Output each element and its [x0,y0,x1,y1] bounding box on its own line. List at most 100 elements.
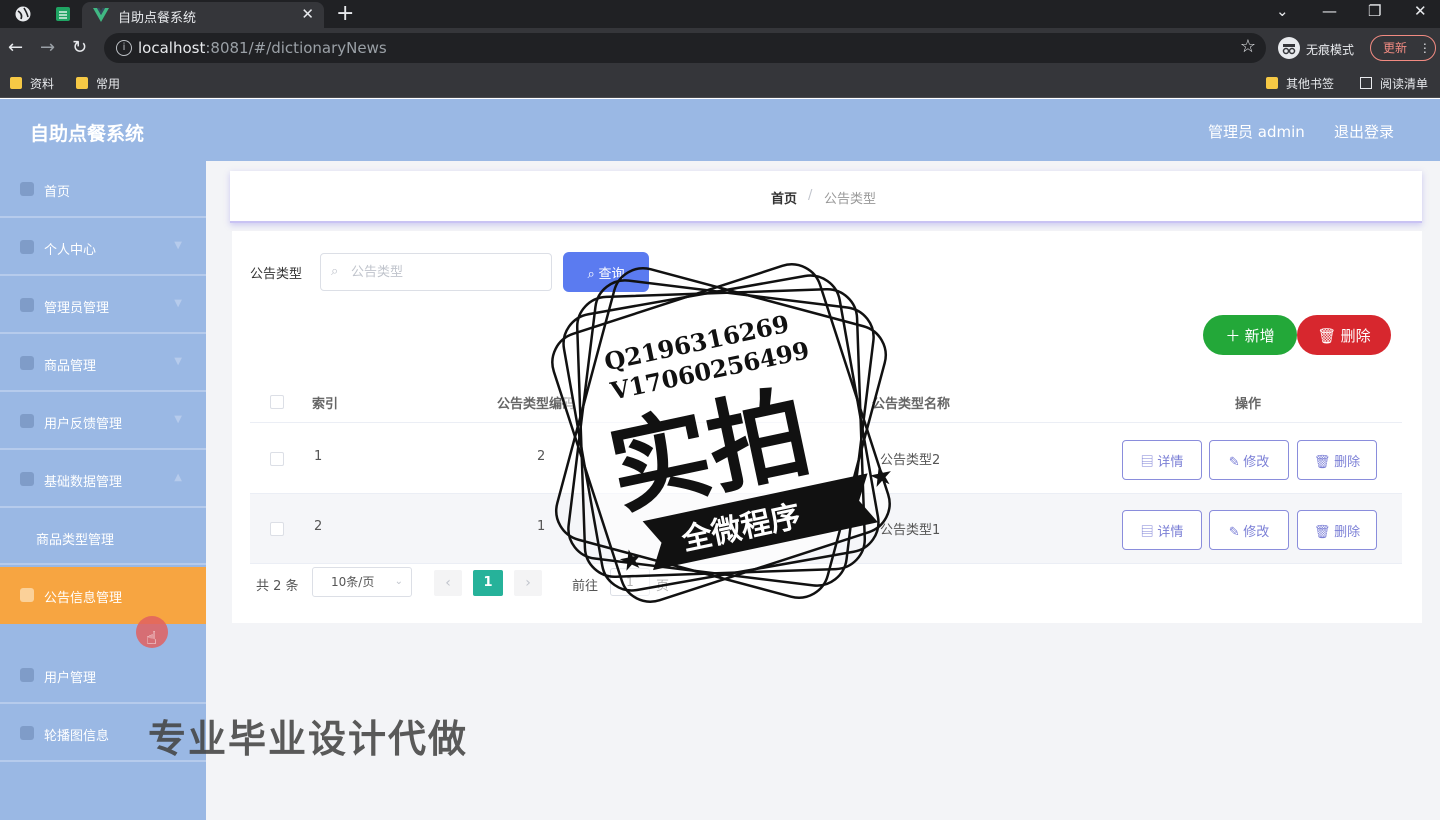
folder-icon [10,77,22,89]
chevron-down-icon: ▼ [174,240,182,251]
sidebar-item-admins[interactable]: 管理员管理 ▼ [0,277,206,334]
carousel-icon [20,726,34,740]
sidebar-item-label: 公告信息管理 [44,591,123,606]
prev-page-button[interactable]: ‹ [434,570,462,596]
sheet-app-icon[interactable] [54,5,72,23]
sidebar-subitem-goods-type[interactable]: 商品类型管理 [0,509,206,565]
new-tab-icon[interactable]: + [336,1,354,26]
tab-active[interactable]: 自助点餐系统 ✕ [82,2,324,28]
sidebar-item-label: 个人中心 [44,243,97,258]
breadcrumb: 首页 / 公告类型 [230,171,1422,223]
close-window-icon[interactable]: ✕ [1414,2,1427,20]
sidebar-item-basic-data[interactable]: 基础数据管理 ▲ [0,451,206,508]
chevron-up-icon: ▲ [174,472,182,483]
watermark-bottom-text: 专业毕业设计代做 [148,717,469,761]
delete-button[interactable]: 🗑 删除 [1297,440,1377,480]
row-checkbox[interactable] [270,452,284,466]
tab-title: 自助点餐系统 [118,11,197,26]
pointer-hand-icon: ☝ [146,628,157,649]
star-icon: ★ [865,457,896,494]
edit-icon: ✎ [1228,453,1240,469]
select-all-checkbox[interactable] [270,395,284,409]
edit-button[interactable]: ✎ 修改 [1209,440,1289,480]
chevron-down-icon: ▼ [174,414,182,425]
sidebar-item-home[interactable]: 首页 [0,161,206,218]
chevron-down-icon: ▼ [174,298,182,309]
trash-icon: 🗑 [1313,453,1331,469]
reading-list-icon [1360,77,1372,89]
bookmark-star-icon[interactable]: ☆ [1240,36,1256,57]
more-menu-icon[interactable]: ⋮ [1419,41,1431,55]
detail-button[interactable]: ▤ 详情 [1122,510,1202,550]
row-checkbox[interactable] [270,522,284,536]
chevron-down-icon: ⌄ [394,576,403,587]
current-page[interactable]: 1 [473,570,503,596]
sidebar-item-label: 首页 [44,185,71,200]
app-header: 自助点餐系统 管理员 admin 退出登录 [0,99,1440,161]
tab-search-icon[interactable]: ⌄ [1276,2,1289,20]
folder-icon [76,77,88,89]
reading-list[interactable]: 阅读清单 [1360,75,1428,92]
incognito-icon[interactable] [1278,37,1300,59]
breadcrumb-current: 公告类型 [824,192,877,207]
detail-button[interactable]: ▤ 详情 [1122,440,1202,480]
sidebar-item-profile[interactable]: 个人中心 ▼ [0,219,206,276]
home-icon [20,182,34,196]
batch-delete-button[interactable]: 🗑 删除 [1297,315,1391,355]
address-bar: ← → ↻ i localhost:8081/#/dictionaryNews … [0,28,1440,68]
edit-icon: ✎ [1228,523,1240,539]
other-bookmarks[interactable]: 其他书签 [1266,75,1334,92]
bookmark-folder[interactable]: 常用 [76,75,120,92]
add-button[interactable]: ＋ 新增 [1203,315,1297,355]
document-icon: ▤ [1140,523,1154,539]
restore-icon[interactable]: ❐ [1368,2,1381,20]
browser-tab-bar: 自助点餐系统 ✕ + ⌄ — ❐ ✕ [0,0,1440,28]
breadcrumb-home[interactable]: 首页 [771,188,797,207]
incognito-label: 无痕模式 [1306,43,1355,57]
sidebar-item-goods[interactable]: 商品管理 ▼ [0,335,206,392]
document-icon: ▤ [1140,453,1154,469]
sidebar-item-label: 商品管理 [44,359,97,374]
reload-icon[interactable]: ↻ [72,37,87,58]
sidebar-item-feedback[interactable]: 用户反馈管理 ▼ [0,393,206,450]
forward-icon[interactable]: → [40,37,55,58]
update-button[interactable]: 更新 ⋮ [1370,35,1436,61]
sidebar-item-label: 管理员管理 [44,301,110,316]
users-icon [20,668,34,682]
globe-icon[interactable] [14,5,32,23]
column-header: 操作 [1235,397,1262,412]
cell-index: 2 [314,519,323,534]
site-info-icon[interactable]: i [116,40,132,56]
page-size-select[interactable]: 10条/页 ⌄ [312,567,412,597]
search-input[interactable] [351,262,541,282]
data-icon [20,472,34,486]
url-text: localhost:8081/#/dictionaryNews [138,39,387,57]
delete-button[interactable]: 🗑 删除 [1297,510,1377,550]
search-field[interactable]: ⌕ [320,253,552,291]
edit-button[interactable]: ✎ 修改 [1209,510,1289,550]
minimize-icon[interactable]: — [1322,2,1337,20]
column-header[interactable]: 索引 [312,393,338,412]
logout-link[interactable]: 退出登录 [1334,121,1394,142]
breadcrumb-separator: / [808,188,813,203]
chevron-down-icon: ▼ [174,356,182,367]
watermark-stamp: Q2196316269 V17060256499 实拍 全微程序 ★ ★ [551,263,897,603]
admin-label: 管理员 admin [1208,123,1305,141]
admin-icon [20,298,34,312]
app-title: 自助点餐系统 [30,123,145,145]
notice-icon [20,588,34,602]
feedback-icon [20,414,34,428]
user-icon [20,240,34,254]
goods-icon [20,356,34,370]
bookmark-folder[interactable]: 资料 [10,75,54,92]
vue-logo-icon [93,8,109,22]
sidebar-item-users[interactable]: 用户管理 [0,647,206,704]
back-icon[interactable]: ← [8,37,23,58]
cell-index: 1 [314,449,323,464]
url-field[interactable]: i localhost:8081/#/dictionaryNews ☆ [104,33,1266,63]
trash-icon: 🗑 [1317,327,1337,345]
sidebar-item-label: 基础数据管理 [44,475,123,490]
sidebar-item-label: 用户管理 [44,671,97,686]
tab-close-icon[interactable]: ✕ [301,5,314,23]
sidebar-item-notice[interactable]: 公告信息管理 [0,567,206,624]
